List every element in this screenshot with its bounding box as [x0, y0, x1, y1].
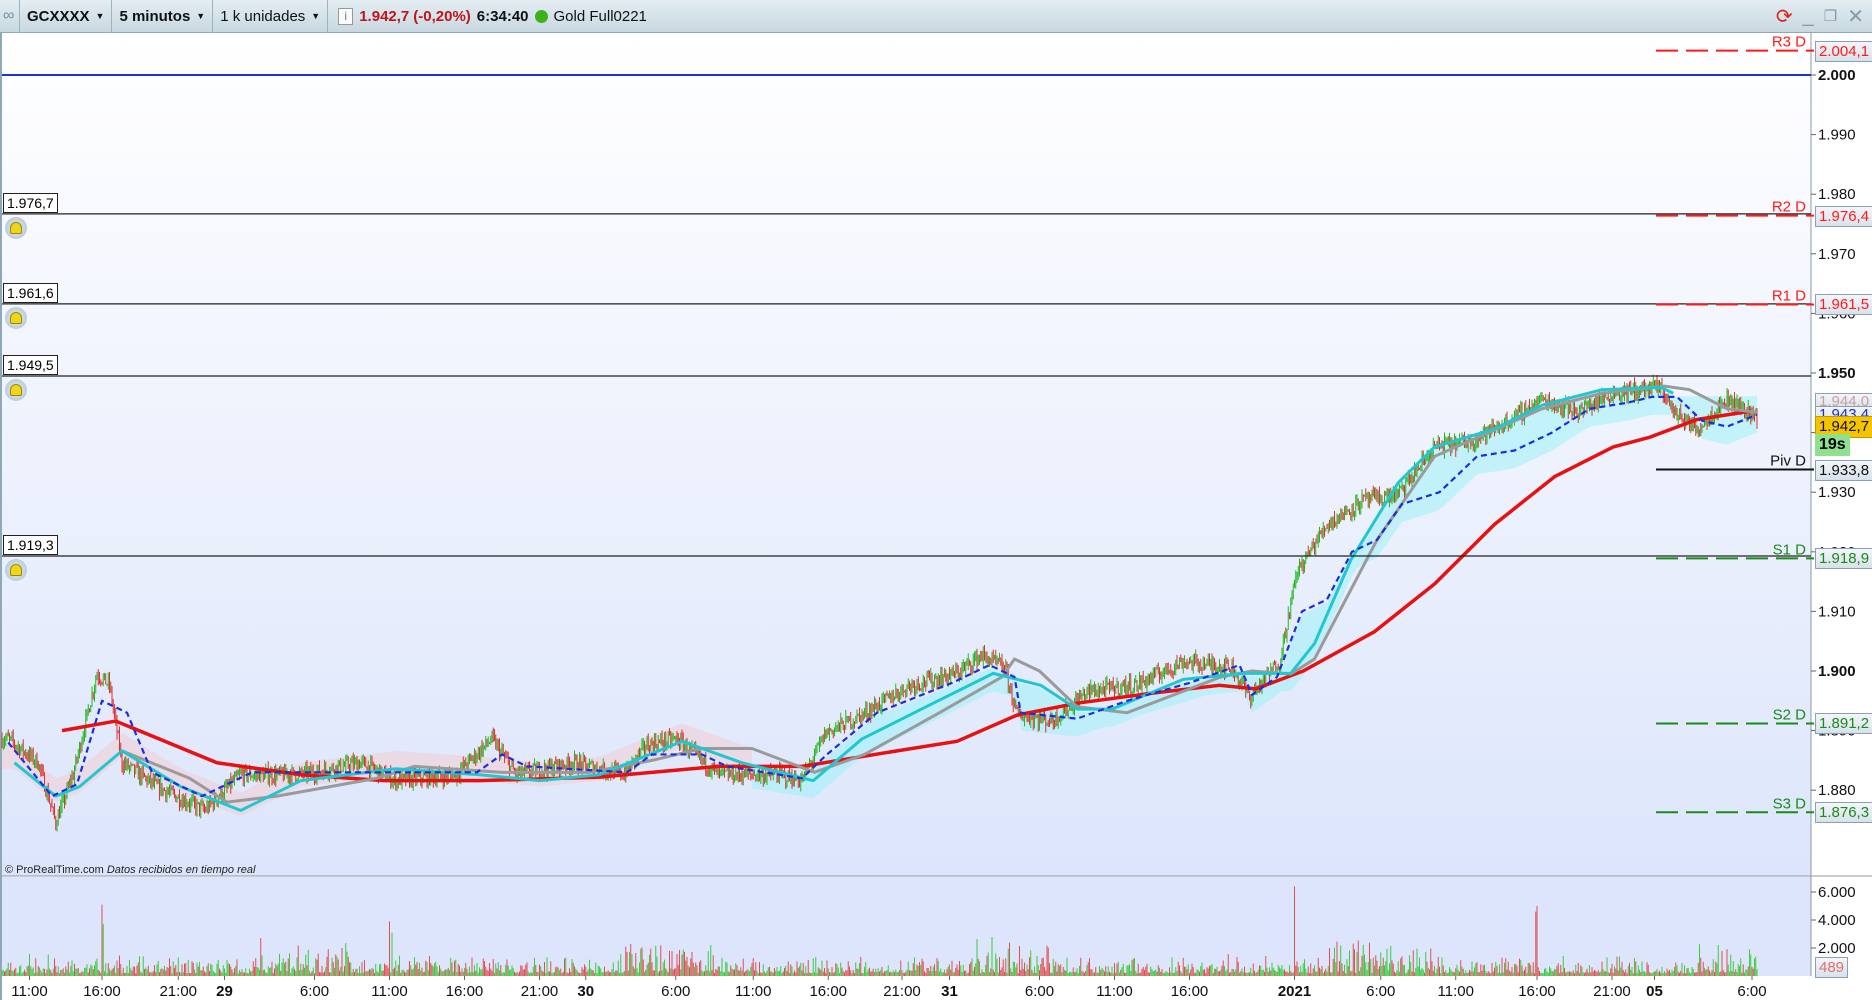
symbol-selector[interactable]: GCXXXX ▼	[20, 0, 113, 33]
x-tick-label: 21:00	[1593, 983, 1631, 1000]
bell-icon[interactable]	[5, 558, 27, 581]
symbol-label: GCXXXX	[27, 7, 90, 25]
price-change: (-0,20%)	[413, 7, 471, 25]
pivot-value-box: 1.891,2	[1815, 713, 1872, 735]
pivot-label: Piv D	[1770, 453, 1806, 470]
pivot-label: S2 D	[1773, 706, 1807, 723]
pivot-label: S1 D	[1773, 541, 1807, 558]
copyright-text: © ProRealTime.com Datos recibidos en tie…	[5, 864, 256, 876]
price-chart[interactable]: R3 D R2 D R1 D Piv D S1 D S2 D S3 D 2.000 1.990 1…	[0, 33, 1872, 1000]
info-icon[interactable]: i	[338, 7, 354, 25]
chevron-down-icon: ▼	[95, 11, 105, 21]
x-tick-label: 11:00	[735, 983, 771, 1000]
chevron-down-icon: ▼	[196, 11, 206, 21]
x-tick-label: 16:00	[83, 983, 121, 1000]
alert-level-label[interactable]: 1.919,3	[3, 534, 58, 555]
volume-last-box: 489	[1815, 957, 1849, 978]
pivot-value-box: 1.976,4	[1815, 205, 1872, 227]
x-tick-label: 16:00	[809, 983, 847, 1000]
bell-icon[interactable]	[5, 216, 27, 239]
x-tick-label: 6:00	[1737, 983, 1766, 1000]
x-tick-label: 29	[216, 983, 233, 1000]
volume-tick-label: 4.000	[1818, 912, 1856, 929]
x-tick-label: 11:00	[1096, 983, 1132, 1000]
x-tick-label: 21:00	[521, 983, 559, 1000]
units-selector[interactable]: 1 k unidades ▼	[213, 0, 329, 33]
chevron-down-icon: ▼	[311, 11, 321, 21]
x-tick-label: 05	[1646, 983, 1663, 1000]
x-tick-label: 21:00	[883, 983, 921, 1000]
restore-icon[interactable]: ❐	[1824, 7, 1837, 25]
instrument-name: Gold Full0221	[553, 7, 647, 25]
x-tick-label: 11:00	[11, 983, 47, 1000]
x-tick-label: 6:00	[300, 983, 329, 1000]
x-tick-label: 16:00	[1171, 983, 1209, 1000]
y-tick-label: 2.000	[1818, 67, 1856, 84]
alert-level-label[interactable]: 1.976,7	[3, 192, 58, 213]
candle-countdown: 19s	[1815, 434, 1850, 456]
volume-tick-label: 2.000	[1818, 940, 1856, 957]
timeframe-label: 5 minutos	[119, 7, 191, 25]
last-price: 1.942,7	[359, 7, 410, 25]
y-tick-label: 1.980	[1818, 186, 1856, 203]
pivot-value-box: 2.004,1	[1815, 40, 1872, 62]
volume-panel-bg	[2, 877, 1811, 976]
pivot-value-box: 1.876,3	[1815, 802, 1872, 824]
minimize-icon[interactable]: _	[1803, 5, 1814, 28]
pivot-label: R1 D	[1772, 287, 1806, 304]
status-dot-icon	[534, 9, 548, 23]
units-label: 1 k unidades	[220, 7, 306, 25]
pivot-label: S3 D	[1773, 795, 1807, 812]
pivot-value-box: 1.918,9	[1815, 548, 1872, 570]
x-tick-label: 11:00	[1438, 983, 1474, 1000]
x-tick-label: 6:00	[1025, 983, 1054, 1000]
y-tick-label: 1.950	[1818, 365, 1856, 382]
pivot-value-box: 1.933,8	[1815, 459, 1872, 481]
chart-toolbar: ∞ GCXXXX ▼ 5 minutos ▼ 1 k unidades ▼ i 1.9…	[0, 0, 1872, 33]
x-tick-label: 31	[941, 983, 958, 1000]
axis-bg	[1811, 33, 1872, 1000]
y-tick-label: 1.910	[1818, 603, 1856, 620]
x-tick-label: 16:00	[1518, 983, 1556, 1000]
bell-icon[interactable]	[5, 306, 27, 329]
refresh-icon[interactable]: ⟳	[1776, 4, 1793, 29]
pivot-label: R2 D	[1772, 199, 1806, 216]
x-tick-label: 11:00	[371, 983, 407, 1000]
pivot-value-box: 1.961,5	[1815, 294, 1872, 316]
x-tick-label: 6:00	[1366, 983, 1395, 1000]
pivot-label: R3 D	[1772, 34, 1806, 51]
link-icon[interactable]: ∞	[0, 0, 20, 33]
y-tick-label: 1.990	[1818, 127, 1856, 144]
clock-time: 6:34:40	[476, 7, 529, 25]
y-tick-label: 1.930	[1818, 484, 1856, 501]
bell-icon[interactable]	[5, 378, 27, 401]
x-tick-label: 21:00	[159, 983, 197, 1000]
x-tick-label: 30	[577, 983, 594, 1000]
x-tick-label: 2021	[1278, 983, 1311, 1000]
alert-level-label[interactable]: 1.949,5	[3, 354, 58, 375]
volume-tick-label: 6.000	[1818, 884, 1856, 901]
y-tick-label: 1.970	[1818, 246, 1856, 263]
y-tick-label: 1.900	[1818, 663, 1856, 680]
y-tick-label: 1.880	[1818, 782, 1856, 799]
timeframe-selector[interactable]: 5 minutos ▼	[112, 0, 214, 33]
close-icon[interactable]: ✕	[1847, 4, 1864, 29]
x-tick-label: 16:00	[446, 983, 484, 1000]
alert-level-label[interactable]: 1.961,6	[3, 282, 58, 303]
x-tick-label: 6:00	[661, 983, 690, 1000]
